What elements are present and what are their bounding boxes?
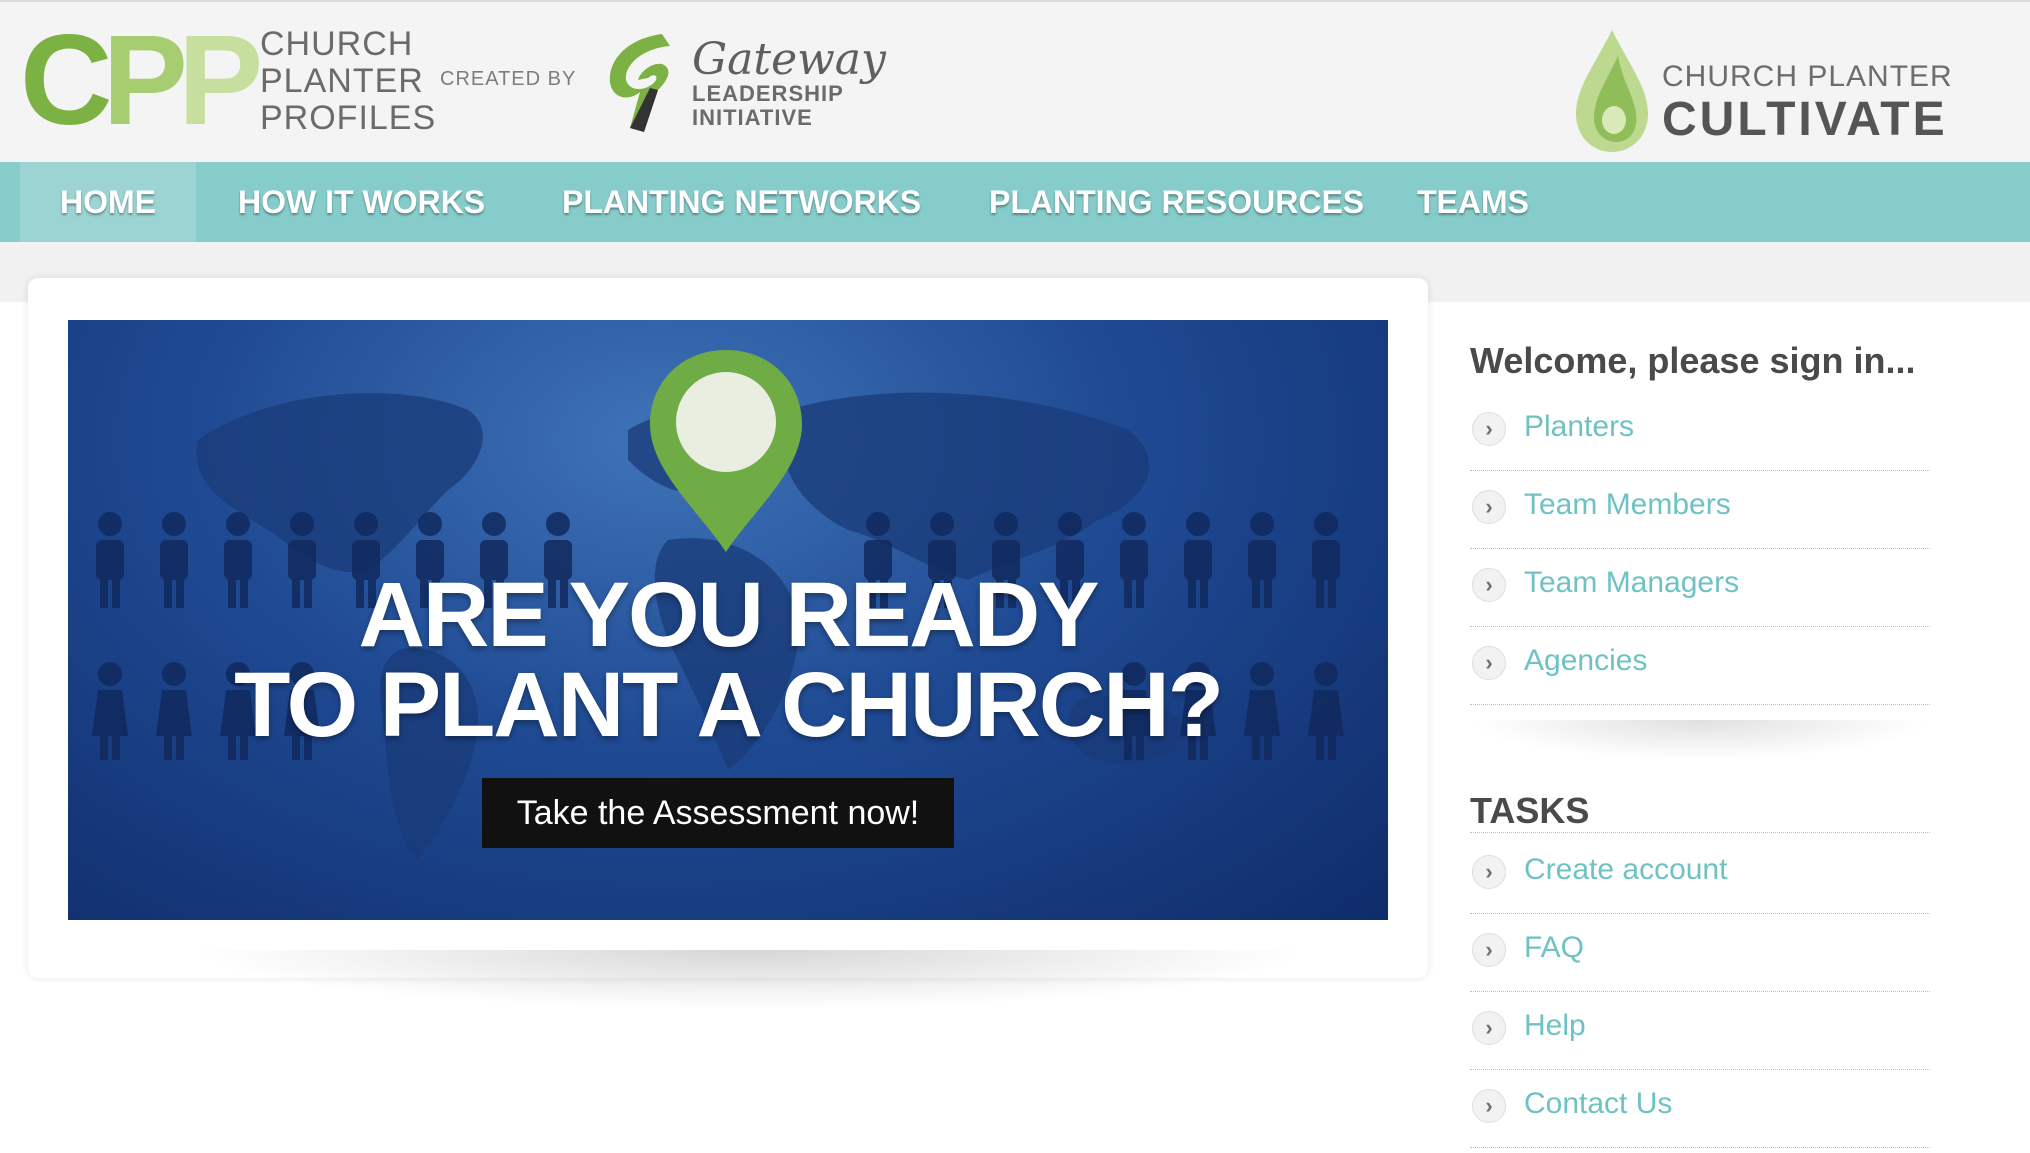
signin-link-planters[interactable]: › Planters bbox=[1470, 392, 1930, 471]
created-by-label: CREATED BY bbox=[440, 68, 577, 90]
task-link-contact-us[interactable]: › Contact Us bbox=[1470, 1069, 1930, 1148]
tasks-divider bbox=[1470, 832, 1930, 833]
cpp-logo-text: CHURCH PLANTER PROFILES bbox=[260, 25, 437, 137]
chevron-right-icon: › bbox=[1472, 855, 1506, 889]
chevron-right-icon: › bbox=[1472, 412, 1506, 446]
cpp-logo-letters: CPP bbox=[20, 9, 263, 152]
hero-banner[interactable]: ARE YOU READY TO PLANT A CHURCH? Take th… bbox=[68, 320, 1388, 920]
signin-link-team-members[interactable]: › Team Members bbox=[1470, 470, 1930, 549]
signin-link-agencies[interactable]: › Agencies bbox=[1470, 626, 1930, 705]
chevron-right-icon: › bbox=[1472, 490, 1506, 524]
location-pin-icon bbox=[650, 350, 802, 552]
tasks-title: TASKS bbox=[1470, 790, 1590, 831]
gateway-logo[interactable]: Gateway LEADERSHIP INITIATIVE bbox=[600, 28, 886, 138]
chevron-right-icon: › bbox=[1472, 1089, 1506, 1123]
cultivate-subtitle: CHURCH PLANTER bbox=[1662, 60, 1953, 93]
leaf-drop-icon bbox=[1576, 30, 1648, 152]
signin-link-team-managers[interactable]: › Team Managers bbox=[1470, 548, 1930, 627]
gateway-wordmark: Gateway bbox=[692, 34, 886, 85]
nav-planting-networks[interactable]: PLANTING NETWORKS bbox=[562, 162, 921, 242]
signin-box-shadow bbox=[1470, 720, 1930, 760]
nav-how-it-works[interactable]: HOW IT WORKS bbox=[238, 162, 485, 242]
take-assessment-button[interactable]: Take the Assessment now! bbox=[482, 778, 954, 848]
task-link-help[interactable]: › Help bbox=[1470, 991, 1930, 1070]
signin-title: Welcome, please sign in... bbox=[1470, 340, 1916, 381]
gateway-mark-icon bbox=[609, 34, 670, 132]
nav-home[interactable]: HOME bbox=[20, 162, 196, 242]
nav-planting-resources[interactable]: PLANTING RESOURCES bbox=[989, 162, 1364, 242]
gateway-subtitle: LEADERSHIP INITIATIVE bbox=[692, 81, 844, 130]
cultivate-title: CULTIVATE bbox=[1662, 93, 1948, 146]
main-nav: HOME HOW IT WORKS PLANTING NETWORKS PLAN… bbox=[0, 162, 2030, 242]
cultivate-logo[interactable]: CHURCH PLANTER CULTIVATE bbox=[1572, 26, 2012, 156]
task-link-create-account[interactable]: › Create account bbox=[1470, 835, 1930, 914]
chevron-right-icon: › bbox=[1472, 568, 1506, 602]
nav-teams[interactable]: TEAMS bbox=[1417, 162, 1529, 242]
task-link-faq[interactable]: › FAQ bbox=[1470, 913, 1930, 992]
site-header: CPP CHURCH PLANTER PROFILES CREATED BY G… bbox=[0, 0, 2030, 162]
chevron-right-icon: › bbox=[1472, 1011, 1506, 1045]
chevron-right-icon: › bbox=[1472, 646, 1506, 680]
chevron-right-icon: › bbox=[1472, 933, 1506, 967]
hero-card-shadow bbox=[190, 950, 1310, 1010]
hero-headline: ARE YOU READY TO PLANT A CHURCH? bbox=[234, 564, 1224, 756]
